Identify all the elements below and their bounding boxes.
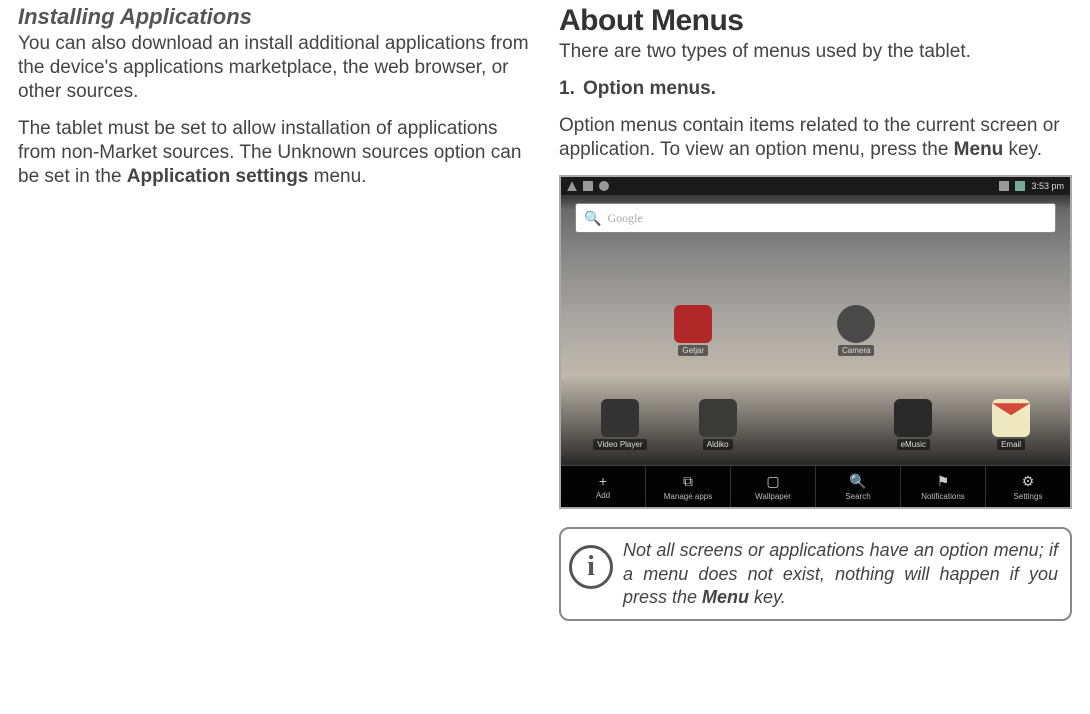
dock-notifications[interactable]: ⚑ Notifications (901, 466, 986, 507)
app-label: eMusic (897, 439, 930, 450)
dock-search[interactable]: 🔍 Search (816, 466, 901, 507)
email-icon (992, 399, 1030, 437)
app-label: Video Player (593, 439, 646, 450)
info-text-a: Not all screens or applications have an … (623, 540, 1058, 607)
target-icon (599, 181, 609, 191)
heading-about-menus: About Menus (559, 4, 1072, 38)
para-about-intro: There are two types of menus used by the… (559, 40, 1072, 64)
notifications-icon: ⚑ (937, 473, 950, 490)
info-text-b: key. (749, 587, 786, 607)
dock-label: Settings (1014, 492, 1043, 501)
dock-label: Notifications (921, 492, 965, 501)
list-num: 1. (559, 78, 583, 100)
status-left (567, 181, 609, 191)
para-option-bold: Menu (954, 139, 1004, 160)
app-label: Getjar (678, 345, 708, 356)
search-icon: 🔍 (584, 210, 601, 227)
para-install-2-bold: Application settings (127, 166, 309, 187)
info-text: Not all screens or applications have an … (623, 539, 1058, 609)
heading-installing: Installing Applications (18, 4, 531, 30)
wallpaper-icon: ▢ (766, 473, 779, 490)
dock-label: Search (845, 492, 870, 501)
options-dock: + Add ⧉ Manage apps ▢ Wallpaper 🔍 Search… (561, 465, 1070, 507)
app-aldiko[interactable]: Aldiko (684, 399, 752, 450)
tablet-screenshot: 3:53 pm 🔍 Google Getjar Camera Vi (559, 175, 1072, 509)
app-video-player[interactable]: Video Player (586, 399, 654, 450)
search-bar[interactable]: 🔍 Google (575, 203, 1056, 233)
info-icon: i (569, 545, 613, 589)
emusic-icon (894, 399, 932, 437)
app-email[interactable]: Email (977, 399, 1045, 450)
dock-label: Add (596, 491, 610, 500)
add-icon: + (599, 473, 607, 489)
settings-icon: ⚙ (1022, 473, 1035, 490)
status-time: 3:53 pm (1031, 181, 1064, 191)
dock-label: Wallpaper (755, 492, 791, 501)
search-dock-icon: 🔍 (849, 473, 866, 490)
aldiko-icon (699, 399, 737, 437)
app-row-1: Getjar Camera (571, 305, 1060, 356)
app-emusic[interactable]: eMusic (879, 399, 947, 450)
app-label: Aldiko (703, 439, 733, 450)
para-install-2: The tablet must be set to allow installa… (18, 117, 531, 188)
status-bar: 3:53 pm (561, 177, 1070, 195)
dock-manage-apps[interactable]: ⧉ Manage apps (646, 466, 731, 507)
app-getjar[interactable]: Getjar (659, 305, 727, 356)
status-right: 3:53 pm (999, 181, 1064, 191)
info-text-bold: Menu (702, 587, 749, 607)
wifi-icon (999, 181, 1009, 191)
android-icon (583, 181, 593, 191)
camera-icon (837, 305, 875, 343)
dock-wallpaper[interactable]: ▢ Wallpaper (731, 466, 816, 507)
app-row-2: Video Player Aldiko eMusic Email (571, 399, 1060, 450)
search-logo: Google (607, 211, 642, 226)
dock-label: Manage apps (664, 492, 712, 501)
list-item-option-menus: 1.Option menus. (559, 78, 1072, 100)
para-install-2b: menu. (308, 166, 366, 187)
video-icon (601, 399, 639, 437)
warning-icon (567, 181, 577, 191)
dock-settings[interactable]: ⚙ Settings (986, 466, 1070, 507)
battery-icon (1015, 181, 1025, 191)
getjar-icon (674, 305, 712, 343)
para-option-b: key. (1003, 139, 1042, 160)
manage-icon: ⧉ (683, 473, 693, 490)
app-label: Camera (838, 345, 874, 356)
info-box: i Not all screens or applications have a… (559, 527, 1072, 621)
dock-add[interactable]: + Add (561, 466, 646, 507)
para-install-1: You can also download an install additio… (18, 32, 531, 103)
app-camera[interactable]: Camera (822, 305, 890, 356)
list-label: Option menus. (583, 78, 716, 99)
para-option-desc: Option menus contain items related to th… (559, 114, 1072, 162)
app-label: Email (997, 439, 1025, 450)
